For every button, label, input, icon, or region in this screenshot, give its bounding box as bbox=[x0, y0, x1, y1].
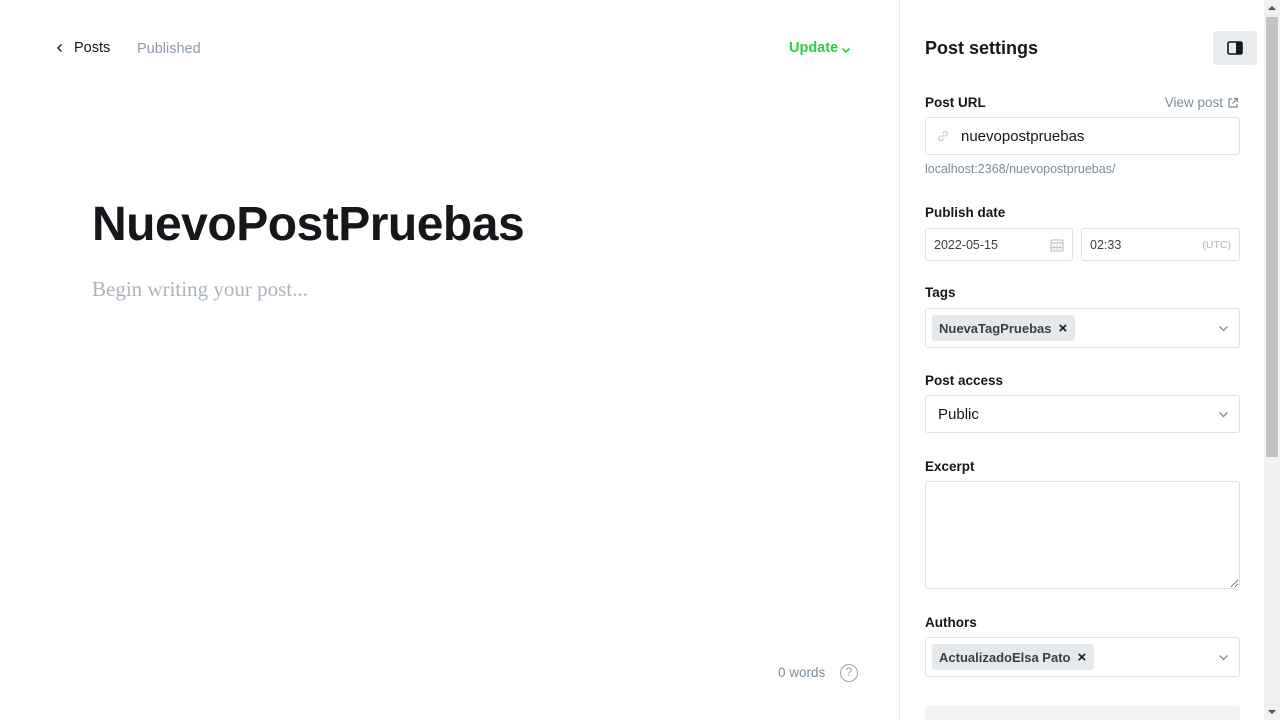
arrow-up-icon bbox=[1268, 6, 1276, 10]
post-url-field[interactable] bbox=[925, 117, 1240, 155]
tag-chip-label: NuevaTagPruebas bbox=[939, 320, 1052, 336]
help-icon[interactable]: ? bbox=[840, 664, 858, 682]
page-scrollbar[interactable] bbox=[1264, 0, 1280, 720]
timezone-label: (UTC) bbox=[1202, 238, 1231, 251]
post-settings-sidebar: Post settings Post URL View post localho… bbox=[899, 0, 1264, 720]
publish-date-value: 2022-05-15 bbox=[934, 237, 998, 252]
view-post-label: View post bbox=[1164, 95, 1223, 110]
chevron-down-icon[interactable] bbox=[1218, 323, 1229, 334]
authors-label: Authors bbox=[925, 615, 977, 630]
tags-field[interactable]: NuevaTagPruebas × bbox=[925, 308, 1240, 348]
view-post-link[interactable]: View post bbox=[1165, 95, 1239, 110]
post-body-editor[interactable]: Begin writing your post... bbox=[92, 277, 308, 302]
close-icon[interactable]: × bbox=[1058, 321, 1067, 336]
post-url-input[interactable] bbox=[961, 127, 1221, 145]
excerpt-textarea[interactable] bbox=[925, 481, 1240, 589]
sidebar-toggle-icon bbox=[1227, 41, 1243, 55]
excerpt-label: Excerpt bbox=[925, 459, 975, 474]
update-button[interactable]: Update bbox=[789, 40, 851, 56]
scroll-up-arrow[interactable] bbox=[1264, 0, 1280, 16]
publish-date-label: Publish date bbox=[925, 205, 1006, 220]
author-chip: ActualizadoElsa Pato × bbox=[932, 644, 1095, 670]
close-icon[interactable]: × bbox=[1077, 650, 1086, 665]
authors-field[interactable]: ActualizadoElsa Pato × bbox=[925, 637, 1240, 677]
back-link-label: Posts bbox=[74, 40, 111, 56]
tag-chip: NuevaTagPruebas × bbox=[932, 315, 1076, 341]
post-access-value: Public bbox=[938, 405, 979, 423]
update-button-label: Update bbox=[789, 40, 839, 56]
arrow-down-icon bbox=[1268, 710, 1276, 714]
author-chip-label: ActualizadoElsa Pato bbox=[939, 649, 1071, 665]
publish-date-field[interactable]: 2022-05-15 bbox=[925, 228, 1073, 261]
back-to-posts-link[interactable]: Posts bbox=[55, 40, 110, 56]
word-count: 0 words bbox=[778, 665, 826, 680]
scrollbar-thumb[interactable] bbox=[1266, 17, 1278, 457]
chevron-down-icon[interactable] bbox=[1218, 652, 1229, 663]
sidebar-toggle-button[interactable] bbox=[1213, 31, 1257, 65]
chevron-left-icon bbox=[57, 44, 62, 52]
calendar-icon[interactable] bbox=[1050, 238, 1064, 252]
post-title-input[interactable]: NuevoPostPruebas bbox=[92, 197, 525, 252]
next-settings-section bbox=[925, 706, 1240, 720]
publish-time-value: 02:33 bbox=[1090, 237, 1122, 252]
editor-area: Posts Published Update NuevoPostPruebas … bbox=[0, 0, 899, 720]
post-access-select[interactable]: Public bbox=[925, 395, 1240, 433]
link-icon bbox=[938, 130, 948, 142]
chevron-down-icon bbox=[1219, 412, 1228, 418]
post-url-label: Post URL bbox=[925, 95, 986, 110]
post-access-label: Post access bbox=[925, 373, 1004, 388]
tags-label: Tags bbox=[925, 285, 956, 300]
publish-time-field[interactable]: 02:33 (UTC) bbox=[1081, 228, 1240, 261]
post-status: Published bbox=[137, 41, 201, 57]
post-settings-title: Post settings bbox=[925, 38, 1039, 58]
scroll-down-arrow[interactable] bbox=[1264, 704, 1280, 720]
post-url-preview: localhost:2368/nuevopostpruebas/ bbox=[925, 162, 1116, 176]
external-link-icon bbox=[1228, 97, 1239, 108]
chevron-down-icon bbox=[842, 47, 851, 53]
